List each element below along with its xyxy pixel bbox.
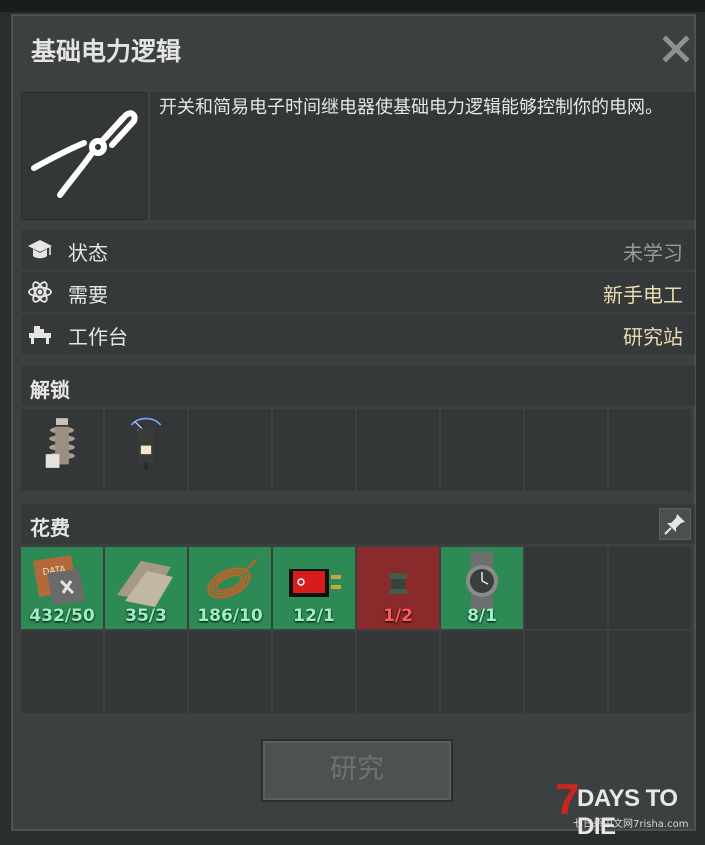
wire-coil-icon (207, 558, 258, 599)
cost-slot-watch[interactable]: 8/1 (441, 547, 523, 629)
electric-relay-icon (130, 417, 162, 470)
unlock-slot-insulator[interactable] (21, 409, 103, 491)
electrical-component-icon (389, 573, 407, 594)
description-row: 开关和简易电子时间继电器使基础电力逻辑能够控制你的电网。 (21, 92, 695, 220)
unlock-grid (21, 409, 691, 491)
requirement-label: 需要 (68, 283, 108, 307)
cost-qty: 1/2 (383, 606, 413, 626)
cost-qty: 432/50 (29, 606, 95, 626)
watermark-sub: 七日杀中文网7risha.com (573, 819, 689, 830)
insulator-icon (45, 418, 75, 468)
cost-slot-empty (105, 631, 187, 713)
watermark-brand: DAYS TO DIE (577, 785, 678, 840)
description-text: 开关和简易电子时间继电器使基础电力逻辑能够控制你的电网。 (151, 92, 695, 220)
graduation-cap-icon (27, 237, 53, 263)
cost-grid: DATA 432/50 35/3 186/10 12/1 1/2 8/1 (21, 547, 691, 713)
cost-slot-empty (189, 631, 271, 713)
window-title: 基础电力逻辑 (31, 37, 182, 66)
pin-icon[interactable] (659, 508, 691, 540)
unlock-slot-empty (441, 409, 523, 491)
workbench-icon (27, 321, 53, 347)
cost-qty: 8/1 (467, 606, 497, 626)
cost-slot-empty (357, 631, 439, 713)
watermark-logo: 7 DAYS TO DIE 七日杀中文网7risha.com (555, 775, 695, 840)
status-label: 状态 (68, 241, 108, 265)
unlock-header: 解锁 (21, 366, 695, 406)
status-row: 状态 未学习 (21, 230, 695, 270)
workstation-label: 工作台 (68, 325, 128, 349)
cost-header: 花费 (21, 504, 695, 544)
pliers-icon (21, 92, 147, 220)
cost-slot-empty (609, 547, 691, 629)
status-value: 未学习 (623, 241, 683, 265)
workstation-value: 研究站 (623, 325, 683, 349)
unlock-slot-empty (357, 409, 439, 491)
cost-slot-empty (525, 547, 607, 629)
unlock-slot-empty (189, 409, 271, 491)
cost-slot-scrap-metal[interactable]: 35/3 (105, 547, 187, 629)
recipe-window: 基础电力逻辑 开关和简易电子时间继电器使基础电力逻辑能够控制你的电网。 状态 未… (11, 14, 696, 831)
unlock-slot-relay[interactable] (105, 409, 187, 491)
unlock-label: 解锁 (30, 378, 70, 402)
cost-qty: 12/1 (293, 606, 335, 626)
requirement-row: 需要 新手电工 (21, 272, 695, 312)
workstation-row: 工作台 研究站 (21, 314, 695, 354)
unlock-slot-empty (609, 409, 691, 491)
title-bar: 基础电力逻辑 (13, 16, 694, 82)
cost-slot-empty (273, 631, 355, 713)
research-button[interactable]: 研究 (261, 739, 453, 802)
cost-slot-empty (609, 631, 691, 713)
wristwatch-icon (466, 551, 498, 611)
cost-slot-empty (21, 631, 103, 713)
cost-slot-empty (525, 631, 607, 713)
cost-slot-empty (441, 631, 523, 713)
cost-slot-wire[interactable]: 186/10 (189, 547, 271, 629)
close-icon[interactable] (661, 34, 691, 64)
cost-slot-switch[interactable]: 12/1 (273, 547, 355, 629)
rocker-switch-icon (289, 569, 341, 597)
top-strip (0, 0, 705, 12)
data-card-icon: DATA (33, 555, 85, 605)
requirement-value[interactable]: 新手电工 (603, 279, 683, 308)
cost-label: 花费 (30, 516, 70, 540)
cost-qty: 186/10 (197, 606, 263, 626)
cost-slot-data-card[interactable]: DATA 432/50 (21, 547, 103, 629)
scrap-metal-icon (117, 561, 173, 607)
cost-slot-component[interactable]: 1/2 (357, 547, 439, 629)
unlock-slot-empty (273, 409, 355, 491)
unlock-slot-empty (525, 409, 607, 491)
atom-icon (27, 279, 53, 305)
cost-qty: 35/3 (125, 606, 167, 626)
